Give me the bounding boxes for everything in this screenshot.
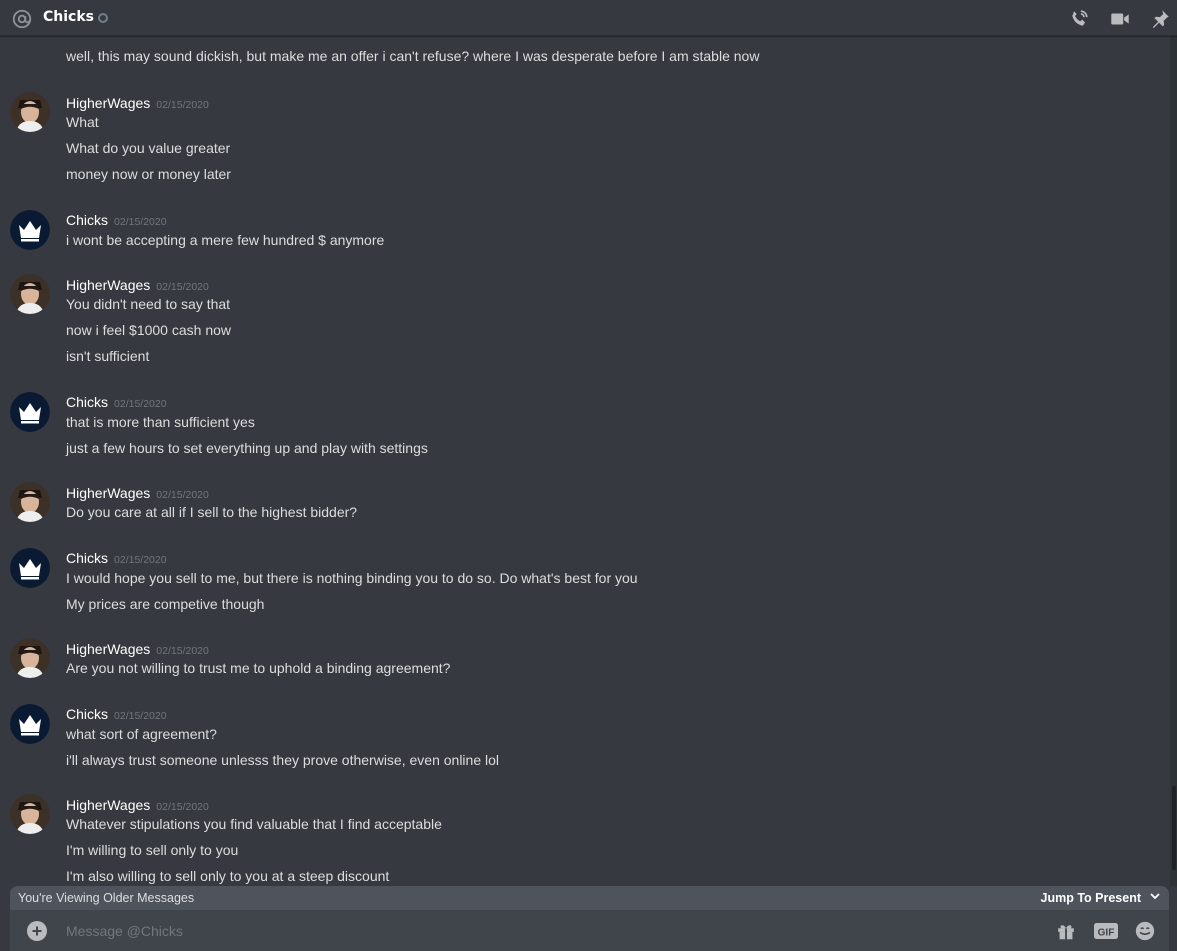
chevron-down-icon xyxy=(1149,890,1161,905)
avatar-crown[interactable] xyxy=(10,548,50,588)
at-icon xyxy=(11,8,33,30)
message-timestamp: 02/15/2020 xyxy=(114,554,167,566)
message-timestamp: 02/15/2020 xyxy=(114,216,167,228)
message-timestamp: 02/15/2020 xyxy=(156,489,209,501)
message-line: You didn't need to say that xyxy=(66,296,231,312)
avatar-crown[interactable] xyxy=(10,392,50,432)
older-messages-text: You're Viewing Older Messages xyxy=(18,891,195,905)
message-line: I'm also willing to sell only to you at … xyxy=(66,868,390,884)
message-author[interactable]: Chicks xyxy=(66,550,108,566)
avatar-person[interactable] xyxy=(10,274,50,314)
avatar-crown[interactable] xyxy=(10,210,50,250)
scrollbar-track[interactable] xyxy=(1170,36,1177,886)
message-line: now i feel $1000 cash now xyxy=(66,322,231,338)
channel-header: Chicks xyxy=(0,0,1177,36)
message-author[interactable]: Chicks xyxy=(66,212,108,228)
avatar-person[interactable] xyxy=(10,482,50,522)
message-timestamp: 02/15/2020 xyxy=(156,645,209,657)
message-line: that is more than sufficient yes xyxy=(66,414,255,430)
message-input[interactable] xyxy=(66,918,966,944)
pin-icon[interactable] xyxy=(1148,7,1172,31)
scrollbar-thumb[interactable] xyxy=(1172,786,1176,870)
emoji-icon[interactable] xyxy=(1133,920,1157,942)
message-line: What xyxy=(66,114,99,130)
message-line: i wont be accepting a mere few hundred $… xyxy=(66,232,385,248)
message-timestamp: 02/15/2020 xyxy=(114,398,167,410)
message-author[interactable]: HigherWages xyxy=(66,641,150,657)
message-author[interactable]: HigherWages xyxy=(66,277,150,293)
message-group: Chicks 02/15/2020 I would hope you sell t… xyxy=(0,548,1170,618)
message-group: Chicks 02/15/2020 what sort of agreement?… xyxy=(0,704,1170,774)
message-line: I would hope you sell to me, but there i… xyxy=(66,570,638,586)
message-line: What do you value greater xyxy=(66,140,231,156)
offline-status-icon xyxy=(98,13,108,23)
message-timestamp: 02/15/2020 xyxy=(156,281,209,293)
message-line: what sort of agreement? xyxy=(66,726,217,742)
message-group: Chicks 02/15/2020 that is more than suffi… xyxy=(0,392,1170,462)
message-timestamp: 02/15/2020 xyxy=(156,99,209,111)
message-author[interactable]: HigherWages xyxy=(66,95,150,111)
jump-to-present-label: Jump To Present xyxy=(1040,890,1141,905)
message-group: HigherWages 02/15/2020 Are you not willin… xyxy=(0,638,1170,688)
avatar-person[interactable] xyxy=(10,638,50,678)
avatar-crown[interactable] xyxy=(10,704,50,744)
message-timestamp: 02/15/2020 xyxy=(156,801,209,813)
message-list: well, this may sound dickish, but make m… xyxy=(0,36,1177,886)
message-line: My prices are competive though xyxy=(66,596,265,612)
message-group: HigherWages 02/15/2020 Do you care at all… xyxy=(0,482,1170,532)
dm-window: Chicks well, this may sound dickish, but… xyxy=(0,0,1177,951)
jump-to-present-button[interactable]: Jump To Present xyxy=(1041,890,1161,905)
phone-call-icon[interactable] xyxy=(1067,7,1091,31)
channel-title: Chicks xyxy=(43,9,94,25)
add-attachment-icon[interactable] xyxy=(27,921,47,941)
avatar-person[interactable] xyxy=(10,92,50,132)
gif-icon[interactable]: GIF xyxy=(1093,920,1119,942)
message-author[interactable]: Chicks xyxy=(66,706,108,722)
message-timestamp: 02/15/2020 xyxy=(114,710,167,722)
message-composer: GIF xyxy=(10,910,1169,951)
video-call-icon[interactable] xyxy=(1108,7,1132,31)
older-messages-bar: You're Viewing Older Messages Jump To Pr… xyxy=(10,886,1169,910)
message-group: Chicks 02/15/2020 i wont be accepting a m… xyxy=(0,210,1170,260)
message-line: well, this may sound dickish, but make m… xyxy=(66,48,760,64)
message-line: I'm willing to sell only to you xyxy=(66,842,239,858)
message-line: Are you not willing to trust me to uphol… xyxy=(66,660,451,676)
gift-icon[interactable] xyxy=(1054,920,1078,942)
message-line: isn't sufficient xyxy=(66,348,150,364)
message-line: i'll always trust someone unlesss they p… xyxy=(66,752,500,768)
message-group: HigherWages 02/15/2020 Whatever stipulati… xyxy=(0,794,1170,886)
message-line: just a few hours to set everything up an… xyxy=(66,440,428,456)
message-group: HigherWages 02/15/2020 What What do you v… xyxy=(0,92,1170,182)
message-author[interactable]: HigherWages xyxy=(66,797,150,813)
message-group: HigherWages 02/15/2020 You didn't need to… xyxy=(0,274,1170,364)
message-group-partial: well, this may sound dickish, but make m… xyxy=(0,36,1170,72)
svg-text:GIF: GIF xyxy=(1098,928,1115,939)
message-line: Whatever stipulations you find valuable … xyxy=(66,816,442,832)
message-author[interactable]: HigherWages xyxy=(66,485,150,501)
message-author[interactable]: Chicks xyxy=(66,394,108,410)
message-line: Do you care at all if I sell to the high… xyxy=(66,504,358,520)
message-line: money now or money later xyxy=(66,166,231,182)
avatar-person[interactable] xyxy=(10,794,50,834)
